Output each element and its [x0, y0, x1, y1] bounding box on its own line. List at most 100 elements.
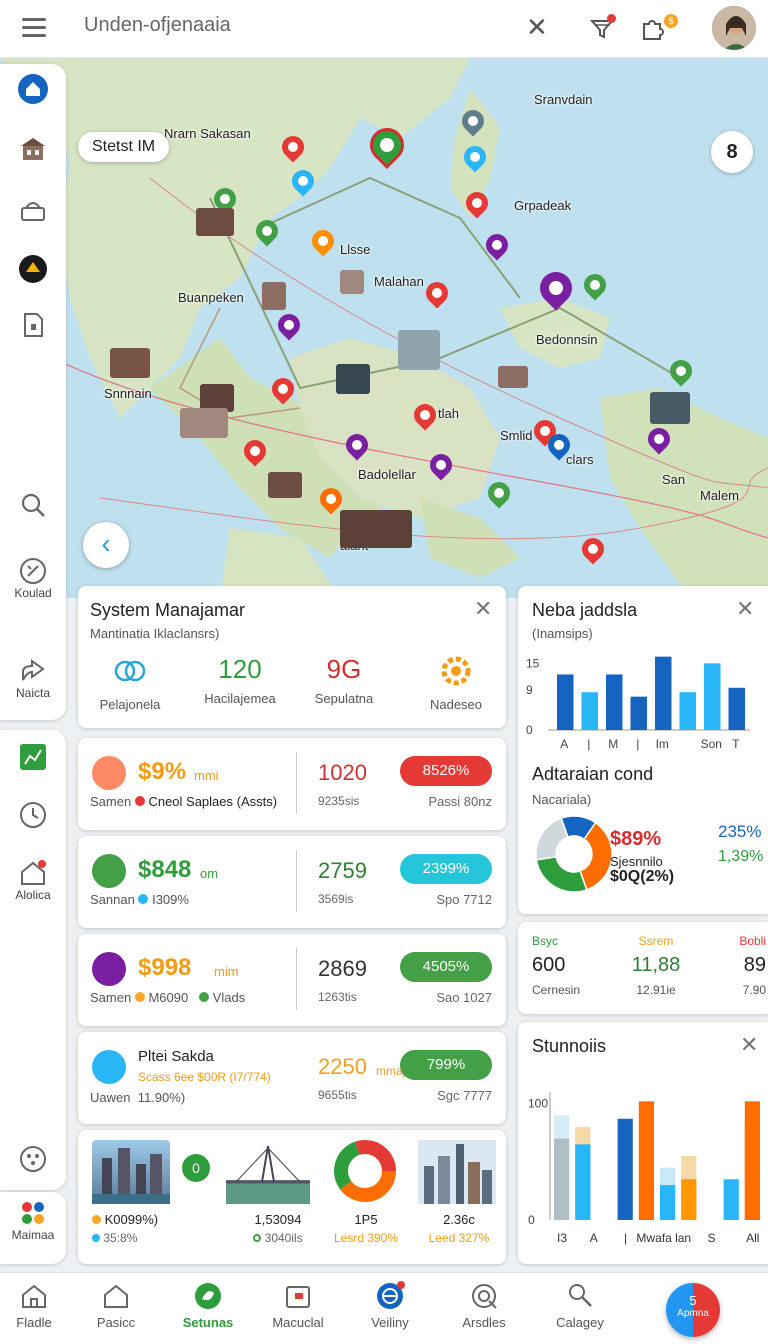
sidebar-item-home[interactable]	[0, 74, 66, 104]
stats-strip-card: Bsyc 600 Cernesin Ssrem 11,88 12.91ie Bo…	[518, 922, 768, 1014]
nav-item-setunas-active[interactable]: Setunas	[168, 1281, 248, 1330]
map-back-button[interactable]: ‹	[83, 522, 129, 568]
close-card-button[interactable]: ✕	[474, 596, 492, 622]
sidebar-item-chart[interactable]	[0, 742, 66, 772]
adtaraian-pie-chart[interactable]	[532, 812, 616, 896]
metric-row[interactable]: $998 mim Samen M6090 Vlads 2869 1263tis …	[78, 934, 506, 1026]
sidebar-item-storage[interactable]	[0, 196, 66, 226]
map-view[interactable]: Nrarn Sakasan Sranvdain Grpadeak Llsse M…	[0, 58, 768, 598]
metric-row[interactable]: $9% mmi Samen Cneol Saplaes (Assts) 1020…	[78, 738, 506, 830]
map-pin[interactable]	[409, 399, 441, 434]
sidebar-item-alolica[interactable]: Alolica	[0, 858, 66, 902]
stat-item[interactable]: Pelajonela	[90, 654, 170, 712]
close-card-button[interactable]: ✕	[736, 596, 754, 622]
map-pin[interactable]	[459, 141, 491, 176]
sidebar-item-search[interactable]	[0, 490, 66, 520]
landmark-building-icon[interactable]	[340, 510, 412, 548]
landmark-building-icon[interactable]	[340, 270, 364, 294]
landmark-building-icon[interactable]	[336, 364, 370, 394]
map-pin[interactable]	[307, 225, 339, 260]
clear-search-button[interactable]: ✕	[526, 12, 548, 43]
map-pin[interactable]	[267, 373, 299, 408]
map-pin[interactable]	[481, 229, 513, 264]
filter-icon[interactable]	[588, 14, 616, 42]
nav-item-arsdles[interactable]: Arsdles	[444, 1281, 524, 1330]
map-pin[interactable]	[461, 187, 493, 222]
nav-label: Calagey	[556, 1315, 604, 1330]
map-pin-selected[interactable]	[362, 120, 412, 170]
gallery-item[interactable]: 1P5 Lesrd 390%	[326, 1212, 406, 1245]
landmark-building-icon[interactable]	[398, 330, 440, 370]
nav-item-fladle[interactable]: Fladle	[0, 1281, 74, 1330]
sidebar-item-badge[interactable]	[0, 254, 66, 284]
extensions-icon[interactable]: $	[638, 14, 678, 42]
landmark-building-icon[interactable]	[110, 348, 150, 378]
map-pin[interactable]	[533, 265, 579, 311]
nav-item-pasicc[interactable]: Pasicc	[76, 1281, 156, 1330]
nav-item-macuclal[interactable]: Macuclal	[258, 1281, 338, 1330]
map-pin[interactable]	[579, 269, 611, 304]
pill-sub: Sgc 7777	[437, 1088, 492, 1103]
sidebar-item-naicta[interactable]: Naicta	[0, 656, 66, 700]
map-pin[interactable]	[273, 309, 305, 344]
map-pin[interactable]	[577, 533, 609, 568]
floating-action-button[interactable]: 5 Apmna	[666, 1283, 720, 1337]
donut-thumbnail[interactable]	[332, 1138, 398, 1204]
hamburger-menu-icon[interactable]	[20, 16, 48, 40]
sidebar-item-document[interactable]	[0, 310, 66, 340]
map-count-badge[interactable]: 8	[711, 131, 753, 173]
close-card-button[interactable]: ✕	[740, 1032, 758, 1058]
gallery-item[interactable]: 1,53094 3040ils	[228, 1212, 328, 1245]
percent-pill: 8526%	[400, 756, 492, 786]
metric-row[interactable]: $848 om Sannan I309% 2759 3569is 2399% S…	[78, 836, 506, 928]
city-photo[interactable]	[92, 1140, 170, 1204]
stat-cell[interactable]: Bsyc 600 Cernesin	[532, 934, 612, 997]
map-pin[interactable]	[425, 449, 457, 484]
stat-item[interactable]: 9G Sepulatna	[304, 654, 384, 706]
stunnoiis-bar-chart[interactable]: 0 100 I3 A | Mwafa lan S All	[518, 1080, 768, 1260]
gallery-item[interactable]: K0099%) 35:8%	[92, 1212, 192, 1245]
map-pin[interactable]	[251, 215, 283, 250]
map-pin[interactable]	[315, 483, 347, 518]
gallery-item[interactable]: 2.36c Leed 327%	[418, 1212, 500, 1245]
map-pin[interactable]	[543, 429, 575, 464]
map-pin[interactable]	[287, 165, 319, 200]
neba-bar-chart[interactable]: 0 9 15 A | M | Im Son T	[518, 644, 768, 754]
map-pin[interactable]	[239, 435, 271, 470]
landmark-building-icon[interactable]	[268, 472, 302, 498]
stat-item[interactable]: 120 Hacilajemea	[190, 654, 290, 706]
sidebar-item-history[interactable]	[0, 800, 66, 830]
nav-label: Veiliny	[371, 1315, 409, 1330]
landmark-building-icon[interactable]	[196, 208, 234, 236]
stat-cell[interactable]: Ssrem 11,88 12.91ie	[618, 934, 694, 997]
map-pin[interactable]	[643, 423, 675, 458]
search-field[interactable]: Unden-ofjenaaia	[84, 14, 231, 37]
map-pin[interactable]	[457, 105, 489, 140]
map-filter-chip[interactable]: Stetst IM	[78, 132, 170, 162]
nav-item-calagey[interactable]: Calagey	[540, 1281, 620, 1330]
sidebar-item-building[interactable]	[0, 134, 66, 164]
sidebar-item-koulad[interactable]: Koulad	[0, 556, 66, 600]
landmark-building-icon[interactable]	[262, 282, 286, 310]
nav-item-veiliny[interactable]: Veiliny	[350, 1281, 430, 1330]
landmark-building-icon[interactable]	[650, 392, 690, 424]
sidebar-item-maimaa[interactable]: Maimaa	[0, 1198, 66, 1242]
map-pin[interactable]	[483, 477, 515, 512]
user-avatar[interactable]	[710, 4, 758, 52]
map-pin[interactable]	[421, 277, 453, 312]
stat-cell[interactable]: Bobli 89 7.90	[714, 934, 768, 997]
side-value: 1,39%	[718, 848, 764, 865]
stat-value: 9G	[326, 654, 362, 684]
landmark-building-icon[interactable]	[498, 366, 528, 388]
metric-row[interactable]: Pltei Sakda Scass 6ee $00R (I7/774) Uawe…	[78, 1032, 506, 1124]
map-pin[interactable]	[665, 355, 697, 390]
skyline-photo[interactable]	[418, 1140, 496, 1204]
map-pin[interactable]	[277, 131, 309, 166]
map-pin[interactable]	[341, 429, 373, 464]
map-label: Bedonnsin	[536, 332, 598, 347]
bridge-photo[interactable]	[226, 1140, 310, 1204]
stat-item[interactable]: Nadeseo	[416, 654, 496, 712]
landmark-building-icon[interactable]	[180, 408, 228, 438]
sidebar-item-settings[interactable]	[0, 1144, 66, 1174]
bar-segment	[638, 1101, 654, 1220]
